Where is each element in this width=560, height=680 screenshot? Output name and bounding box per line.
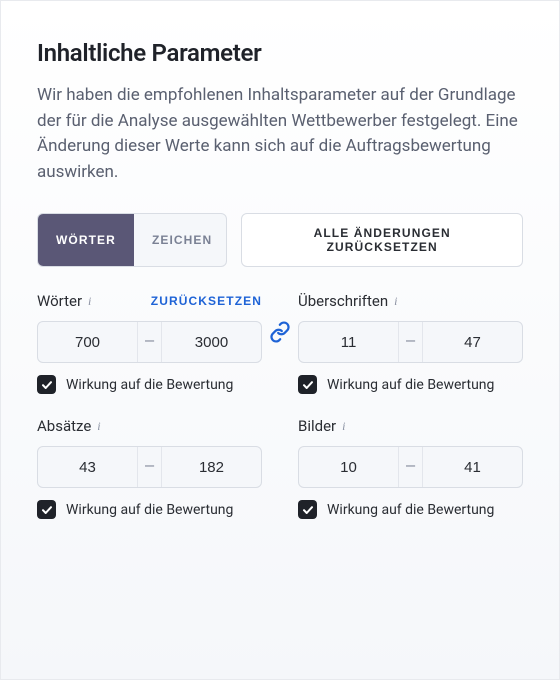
range-dash: — <box>398 322 423 362</box>
page-description: Wir haben die empfohlenen Inhaltsparamet… <box>37 83 523 185</box>
words-max-input[interactable] <box>162 322 261 362</box>
headings-range: — <box>298 321 523 363</box>
check-icon <box>302 379 314 391</box>
param-headings: Überschriften i — Wirkung auf die Bewert… <box>298 291 523 394</box>
images-impact-label: Wirkung auf die Bewertung <box>327 502 494 518</box>
param-headings-label: Überschriften i <box>298 292 397 310</box>
param-paragraphs: Absätze i — Wirkung auf die Bewertung <box>37 416 262 519</box>
headings-impact-checkbox[interactable] <box>298 375 317 394</box>
page-title: Inhaltliche Parameter <box>37 39 523 67</box>
check-icon <box>41 504 53 516</box>
param-images: Bilder i — Wirkung auf die Bewertung <box>298 416 523 519</box>
words-range: — <box>37 321 262 363</box>
words-impact-checkbox[interactable] <box>37 375 56 394</box>
headings-min-input[interactable] <box>299 322 398 362</box>
param-images-label: Bilder i <box>298 417 345 435</box>
param-words-label: Wörter i <box>37 292 91 310</box>
check-icon <box>302 504 314 516</box>
images-min-input[interactable] <box>299 447 398 487</box>
headings-impact-label: Wirkung auf die Bewertung <box>327 377 494 393</box>
unit-toggle: WÖRTER ZEICHEN <box>37 213 227 267</box>
range-dash: — <box>398 447 423 487</box>
info-icon[interactable]: i <box>88 294 91 309</box>
tab-chars[interactable]: ZEICHEN <box>134 214 227 266</box>
range-dash: — <box>137 322 162 362</box>
images-impact-checkbox[interactable] <box>298 500 317 519</box>
info-icon[interactable]: i <box>342 419 345 434</box>
paragraphs-impact-label: Wirkung auf die Bewertung <box>66 502 233 518</box>
range-dash: — <box>137 447 162 487</box>
reset-all-button[interactable]: ALLE ÄNDERUNGEN ZURÜCKSETZEN <box>241 213 523 267</box>
info-icon[interactable]: i <box>97 419 100 434</box>
paragraphs-min-input[interactable] <box>38 447 137 487</box>
words-min-input[interactable] <box>38 322 137 362</box>
check-icon <box>41 379 53 391</box>
info-icon[interactable]: i <box>394 294 397 309</box>
toolbar: WÖRTER ZEICHEN ALLE ÄNDERUNGEN ZURÜCKSET… <box>37 213 523 267</box>
headings-max-input[interactable] <box>423 322 522 362</box>
tab-words[interactable]: WÖRTER <box>38 214 134 266</box>
images-range: — <box>298 446 523 488</box>
images-max-input[interactable] <box>423 447 522 487</box>
words-impact-label: Wirkung auf die Bewertung <box>66 377 233 393</box>
paragraphs-range: — <box>37 446 262 488</box>
reset-words-button[interactable]: ZURÜCKSETZEN <box>151 294 262 308</box>
paragraphs-impact-checkbox[interactable] <box>37 500 56 519</box>
link-icon[interactable] <box>269 321 291 343</box>
link-column <box>262 321 298 343</box>
param-paragraphs-label: Absätze i <box>37 417 101 435</box>
param-words: Wörter i ZURÜCKSETZEN — Wirkung auf die … <box>37 291 262 394</box>
paragraphs-max-input[interactable] <box>162 447 261 487</box>
